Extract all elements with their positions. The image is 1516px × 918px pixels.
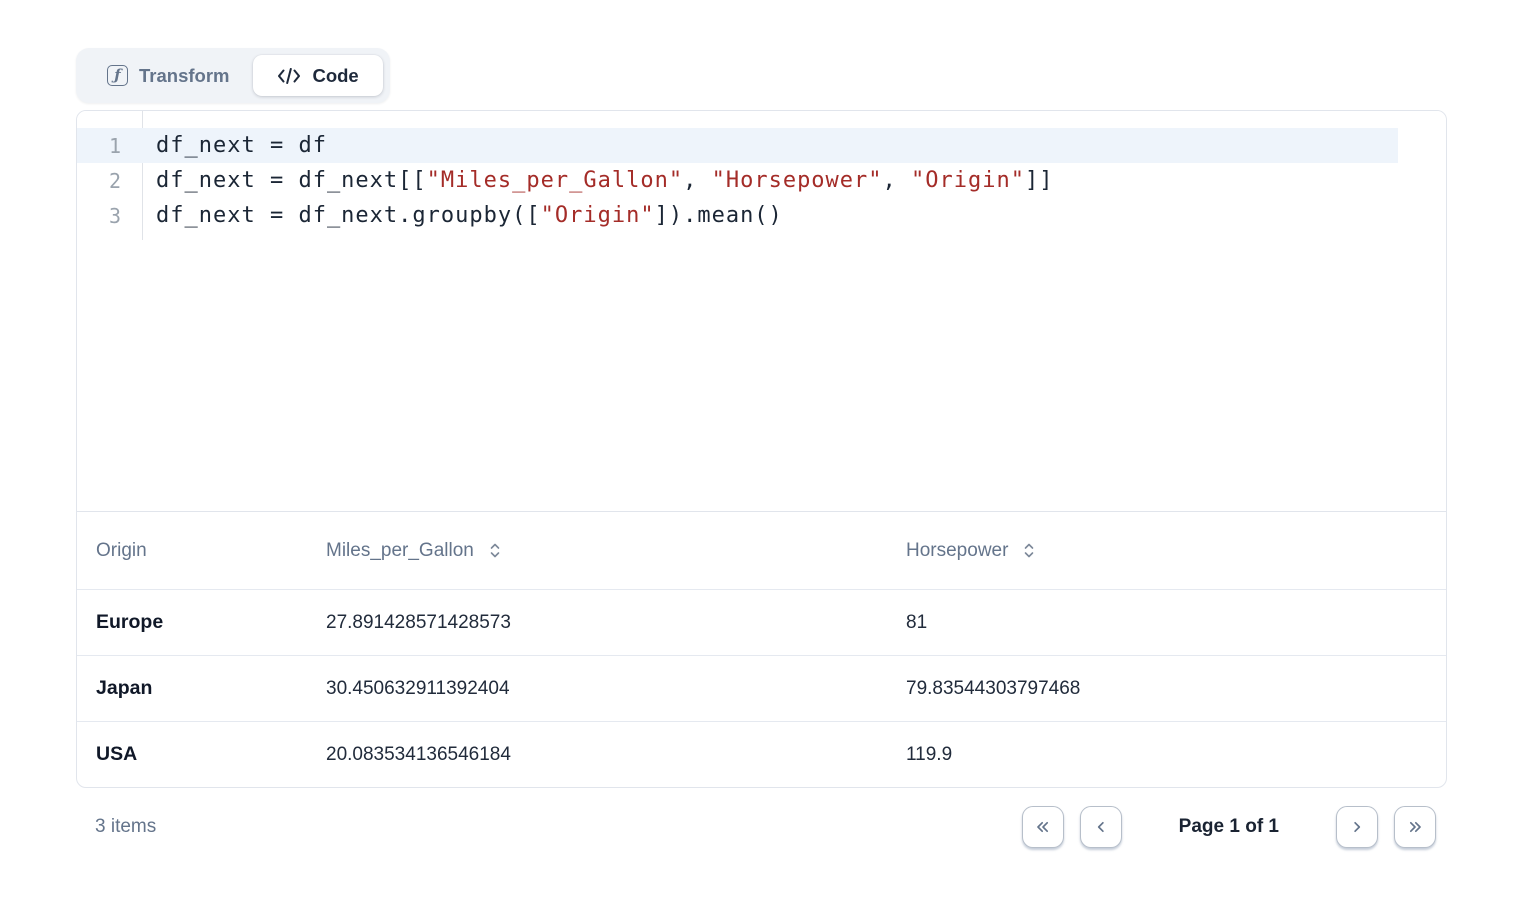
column-header-origin: Origin xyxy=(77,540,307,562)
content-panel: 1df_next = df2df_next = df_next[["Miles_… xyxy=(76,110,1447,788)
tab-code-label: Code xyxy=(312,65,358,87)
column-header-miles-per-gallon[interactable]: Miles_per_Gallon xyxy=(307,540,887,562)
cell-value: 79.83544303797468 xyxy=(887,678,1446,700)
table-body: Europe27.89142857142857381Japan30.450632… xyxy=(77,589,1446,787)
code-line[interactable]: 1df_next = df xyxy=(77,128,1398,163)
column-label: Miles_per_Gallon xyxy=(326,540,474,562)
row-label: USA xyxy=(77,743,307,766)
row-label: Europe xyxy=(77,611,307,634)
double-chevron-right-icon xyxy=(1407,819,1424,835)
table-row: Japan30.45063291139240479.83544303797468 xyxy=(77,655,1446,721)
code-text: df_next = df xyxy=(143,133,327,158)
column-label: Horsepower xyxy=(906,540,1008,562)
cell-value: 119.9 xyxy=(887,744,1446,766)
previous-page-button[interactable] xyxy=(1080,806,1122,848)
tab-transform-label: Transform xyxy=(139,65,229,87)
tab-code[interactable]: Code xyxy=(253,55,382,96)
chevron-left-icon xyxy=(1093,819,1109,835)
row-label: Japan xyxy=(77,677,307,700)
cell-value: 81 xyxy=(887,612,1446,634)
column-label: Origin xyxy=(96,540,147,562)
chevron-right-icon xyxy=(1349,819,1365,835)
code-line[interactable]: 2df_next = df_next[["Miles_per_Gallon", … xyxy=(77,163,1398,198)
first-page-button[interactable] xyxy=(1022,806,1064,848)
sort-icon xyxy=(488,542,502,559)
sort-icon xyxy=(1022,542,1036,559)
line-number: 2 xyxy=(77,169,143,193)
function-icon: ƒ xyxy=(107,65,128,86)
line-number: 1 xyxy=(77,134,143,158)
table-row: USA20.083534136546184119.9 xyxy=(77,721,1446,787)
code-text: df_next = df_next[["Miles_per_Gallon", "… xyxy=(143,168,1054,193)
cell-value: 30.450632911392404 xyxy=(307,678,887,700)
table-row: Europe27.89142857142857381 xyxy=(77,589,1446,655)
table-footer: 3 items Page 1 of 1 xyxy=(76,805,1447,849)
code-icon xyxy=(277,68,301,84)
next-page-button[interactable] xyxy=(1336,806,1378,848)
items-count: 3 items xyxy=(76,816,156,838)
column-header-horsepower[interactable]: Horsepower xyxy=(887,540,1446,562)
code-text: df_next = df_next.groupby(["Origin"]).me… xyxy=(143,203,783,228)
view-mode-tabs: ƒ Transform Code xyxy=(76,48,390,103)
page: ƒ Transform Code 1df_next = df2df_next =… xyxy=(76,0,1447,849)
tab-transform[interactable]: ƒ Transform xyxy=(83,55,253,96)
code-editor[interactable]: 1df_next = df2df_next = df_next[["Miles_… xyxy=(77,111,1446,511)
page-indicator: Page 1 of 1 xyxy=(1179,816,1279,838)
table-header: Origin Miles_per_Gallon Horsepower xyxy=(77,511,1446,589)
last-page-button[interactable] xyxy=(1394,806,1436,848)
code-lines: 1df_next = df2df_next = df_next[["Miles_… xyxy=(77,111,1446,233)
cell-value: 27.891428571428573 xyxy=(307,612,887,634)
code-line[interactable]: 3df_next = df_next.groupby(["Origin"]).m… xyxy=(77,198,1398,233)
line-number: 3 xyxy=(77,204,143,228)
double-chevron-left-icon xyxy=(1034,819,1051,835)
pagination: Page 1 of 1 xyxy=(1022,806,1447,848)
cell-value: 20.083534136546184 xyxy=(307,744,887,766)
